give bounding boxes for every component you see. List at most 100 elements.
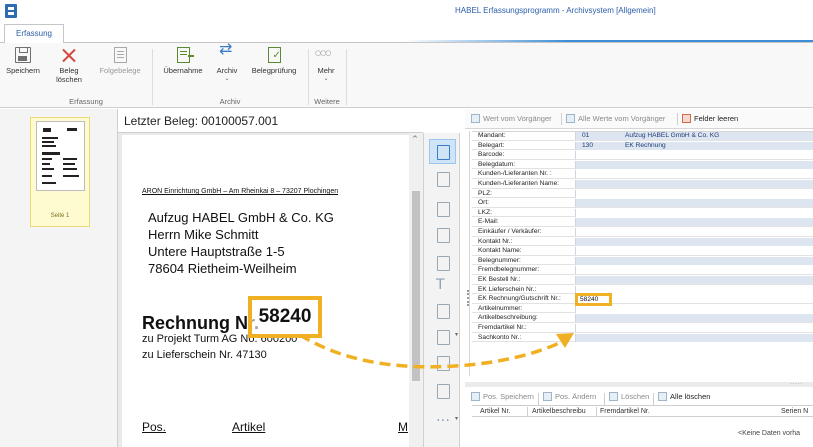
viewer-scrollbar[interactable]: ^ (409, 133, 423, 447)
group-label-erfassung: Erfassung (69, 97, 103, 106)
form-row-lkz: LKZ: (472, 208, 813, 218)
takeover-label: Übernahme (163, 66, 203, 75)
column-header[interactable]: Artikel Nr. (480, 408, 510, 415)
clear-fields-label: Felder leeren (694, 114, 739, 123)
clear-fields-button[interactable]: Felder leeren (682, 114, 738, 123)
buyer-field[interactable] (575, 228, 813, 236)
save-button[interactable]: Speichern (6, 47, 40, 75)
follow-docs-button[interactable]: Folgebelege (92, 47, 148, 75)
magnifier-tool-icon[interactable] (429, 139, 456, 164)
ocr-tool-icon[interactable] (433, 353, 453, 373)
tab-erfassung[interactable]: Erfassung (4, 24, 64, 43)
group-divider (346, 49, 347, 105)
external-article-field[interactable] (575, 324, 813, 332)
external-doc-number-field[interactable] (575, 266, 813, 275)
field-label: Ort: (478, 199, 489, 207)
ribbon: Speichern Beleg löschen Folgebelege Erfa… (0, 42, 813, 108)
page-tool-icon[interactable] (433, 381, 453, 401)
more-label: Mehr (317, 66, 335, 75)
customer-name-field[interactable] (575, 180, 813, 188)
mandant-code: 01 (582, 132, 590, 139)
pos-save-icon (471, 392, 480, 401)
chevron-down-icon: ⌄ (323, 75, 329, 82)
takeover-button[interactable]: Übernahme (158, 47, 208, 75)
pos-save-button[interactable]: Pos. Speichern (471, 392, 534, 401)
more-button[interactable]: Mehr ⌄ (312, 47, 340, 82)
field-label: Kontakt Nr.: (478, 237, 513, 245)
customer-number-field[interactable] (575, 170, 813, 179)
pos-delete-all-button[interactable]: Alle löschen (658, 392, 710, 401)
column-header[interactable]: Serien N (781, 408, 808, 415)
positions-table-header: Artikel Nr. Artikelbeschreibu Fremdartik… (472, 405, 813, 417)
save-tool-icon[interactable] (433, 225, 453, 245)
belegart-field[interactable]: 130 EK Rechnung (575, 141, 813, 150)
form-row-ek-bestell: EK Bestell Nr.: (472, 276, 813, 285)
chevron-down-icon[interactable]: ▾ (455, 331, 458, 338)
doc-check-icon (267, 47, 281, 63)
field-label: EK Rechnung/Gutschrift Nr.: (478, 295, 561, 303)
splitter-grip-icon: ..... (790, 380, 804, 386)
scrollbar-thumb[interactable] (412, 191, 420, 381)
sender-line: ARON Einrichtung GmbH – Am Rheinkai 8 – … (142, 188, 339, 195)
field-label: E-Mail: (478, 218, 499, 226)
form-row-kontakt-name: Kontakt Name: (472, 247, 813, 256)
chevron-down-icon: ⌄ (224, 75, 230, 82)
save-icon (15, 47, 31, 63)
panel-splitter[interactable] (465, 382, 813, 387)
zip-field[interactable] (575, 189, 813, 198)
belegart-name: EK Rechnung (625, 141, 666, 149)
value-from-previous-label: Wert vom Vorgänger (483, 114, 552, 123)
splitter-handle[interactable] (467, 290, 469, 306)
barcode-field[interactable] (575, 151, 813, 160)
delete-label-2: löschen (56, 75, 82, 84)
pos-delete-button[interactable]: Löschen (609, 392, 649, 401)
tool-strip: ▾ ▾ (423, 133, 460, 447)
thumbnail-panel: Seite 1 (0, 109, 118, 447)
country-code-field[interactable] (575, 208, 813, 217)
form-toolbar: Wert vom Vorgänger Alle Werte vom Vorgän… (465, 109, 813, 129)
contact-name-field[interactable] (575, 247, 813, 256)
email-field[interactable] (575, 218, 813, 227)
stamp-tool-icon[interactable] (433, 327, 453, 347)
last-document-label: Letzter Beleg: 00100057.001 (124, 114, 279, 128)
group-label-archiv: Archiv (219, 97, 241, 106)
note-tool-icon[interactable] (433, 199, 453, 219)
form-row-kontakt-nr: Kontakt Nr.: (472, 237, 813, 247)
window-title: HABEL Erfassungsprogramm - Archivsystem … (455, 6, 656, 15)
pos-edit-button[interactable]: Pos. Ändern (543, 392, 596, 401)
doc-check-button[interactable]: Belegprüfung (244, 47, 304, 75)
app-logo-icon (5, 4, 17, 18)
form-left-border (469, 131, 470, 376)
doc-check-label: Belegprüfung (251, 66, 297, 75)
comment-tool-icon[interactable] (433, 253, 453, 273)
more-tools-icon[interactable] (433, 409, 453, 429)
column-header[interactable]: Artikelbeschreibu (532, 408, 586, 415)
column-header[interactable]: Fremdartikel Nr. (600, 408, 650, 415)
purchase-order-field[interactable] (575, 276, 813, 284)
value-from-previous-button[interactable]: Wert vom Vorgänger (471, 114, 552, 123)
toolbar-divider (561, 113, 562, 125)
form-row-einkaeufer: Einkäufer / Verkäufer: (472, 228, 813, 237)
document-viewer[interactable]: ARON Einrichtung GmbH – Am Rheinkai 8 – … (118, 133, 423, 447)
chevron-down-icon[interactable]: ▾ (455, 415, 458, 422)
page-thumbnail[interactable]: Seite 1 (30, 117, 90, 227)
invoice-number-input[interactable]: 58240 (575, 293, 612, 307)
city-field[interactable] (575, 199, 813, 208)
archive-button[interactable]: Archiv ⌄ (212, 44, 242, 82)
doc-date-field[interactable] (575, 160, 813, 169)
delivery-note-line: zu Lieferschein Nr. 47130 (142, 349, 267, 361)
ledger-account-field[interactable] (575, 333, 813, 342)
toolbar-divider (538, 393, 539, 405)
text-tool-icon[interactable] (433, 277, 453, 297)
pen-tool-icon[interactable] (433, 301, 453, 321)
delete-label-1: Beleg (59, 66, 79, 75)
all-values-label: Alle Werte vom Vorgänger (578, 114, 666, 123)
mandant-field[interactable]: 01 Aufzug HABEL GmbH & Co. KG (575, 132, 813, 140)
article-description-field[interactable] (575, 314, 813, 323)
scroll-up-icon[interactable]: ^ (412, 135, 418, 143)
delete-doc-button[interactable]: Beleg löschen (52, 47, 86, 84)
contact-number-field[interactable] (575, 237, 813, 246)
all-values-from-previous-button[interactable]: Alle Werte vom Vorgänger (566, 114, 665, 123)
edit-tool-icon[interactable] (433, 169, 453, 189)
doc-number-field[interactable] (575, 256, 813, 265)
